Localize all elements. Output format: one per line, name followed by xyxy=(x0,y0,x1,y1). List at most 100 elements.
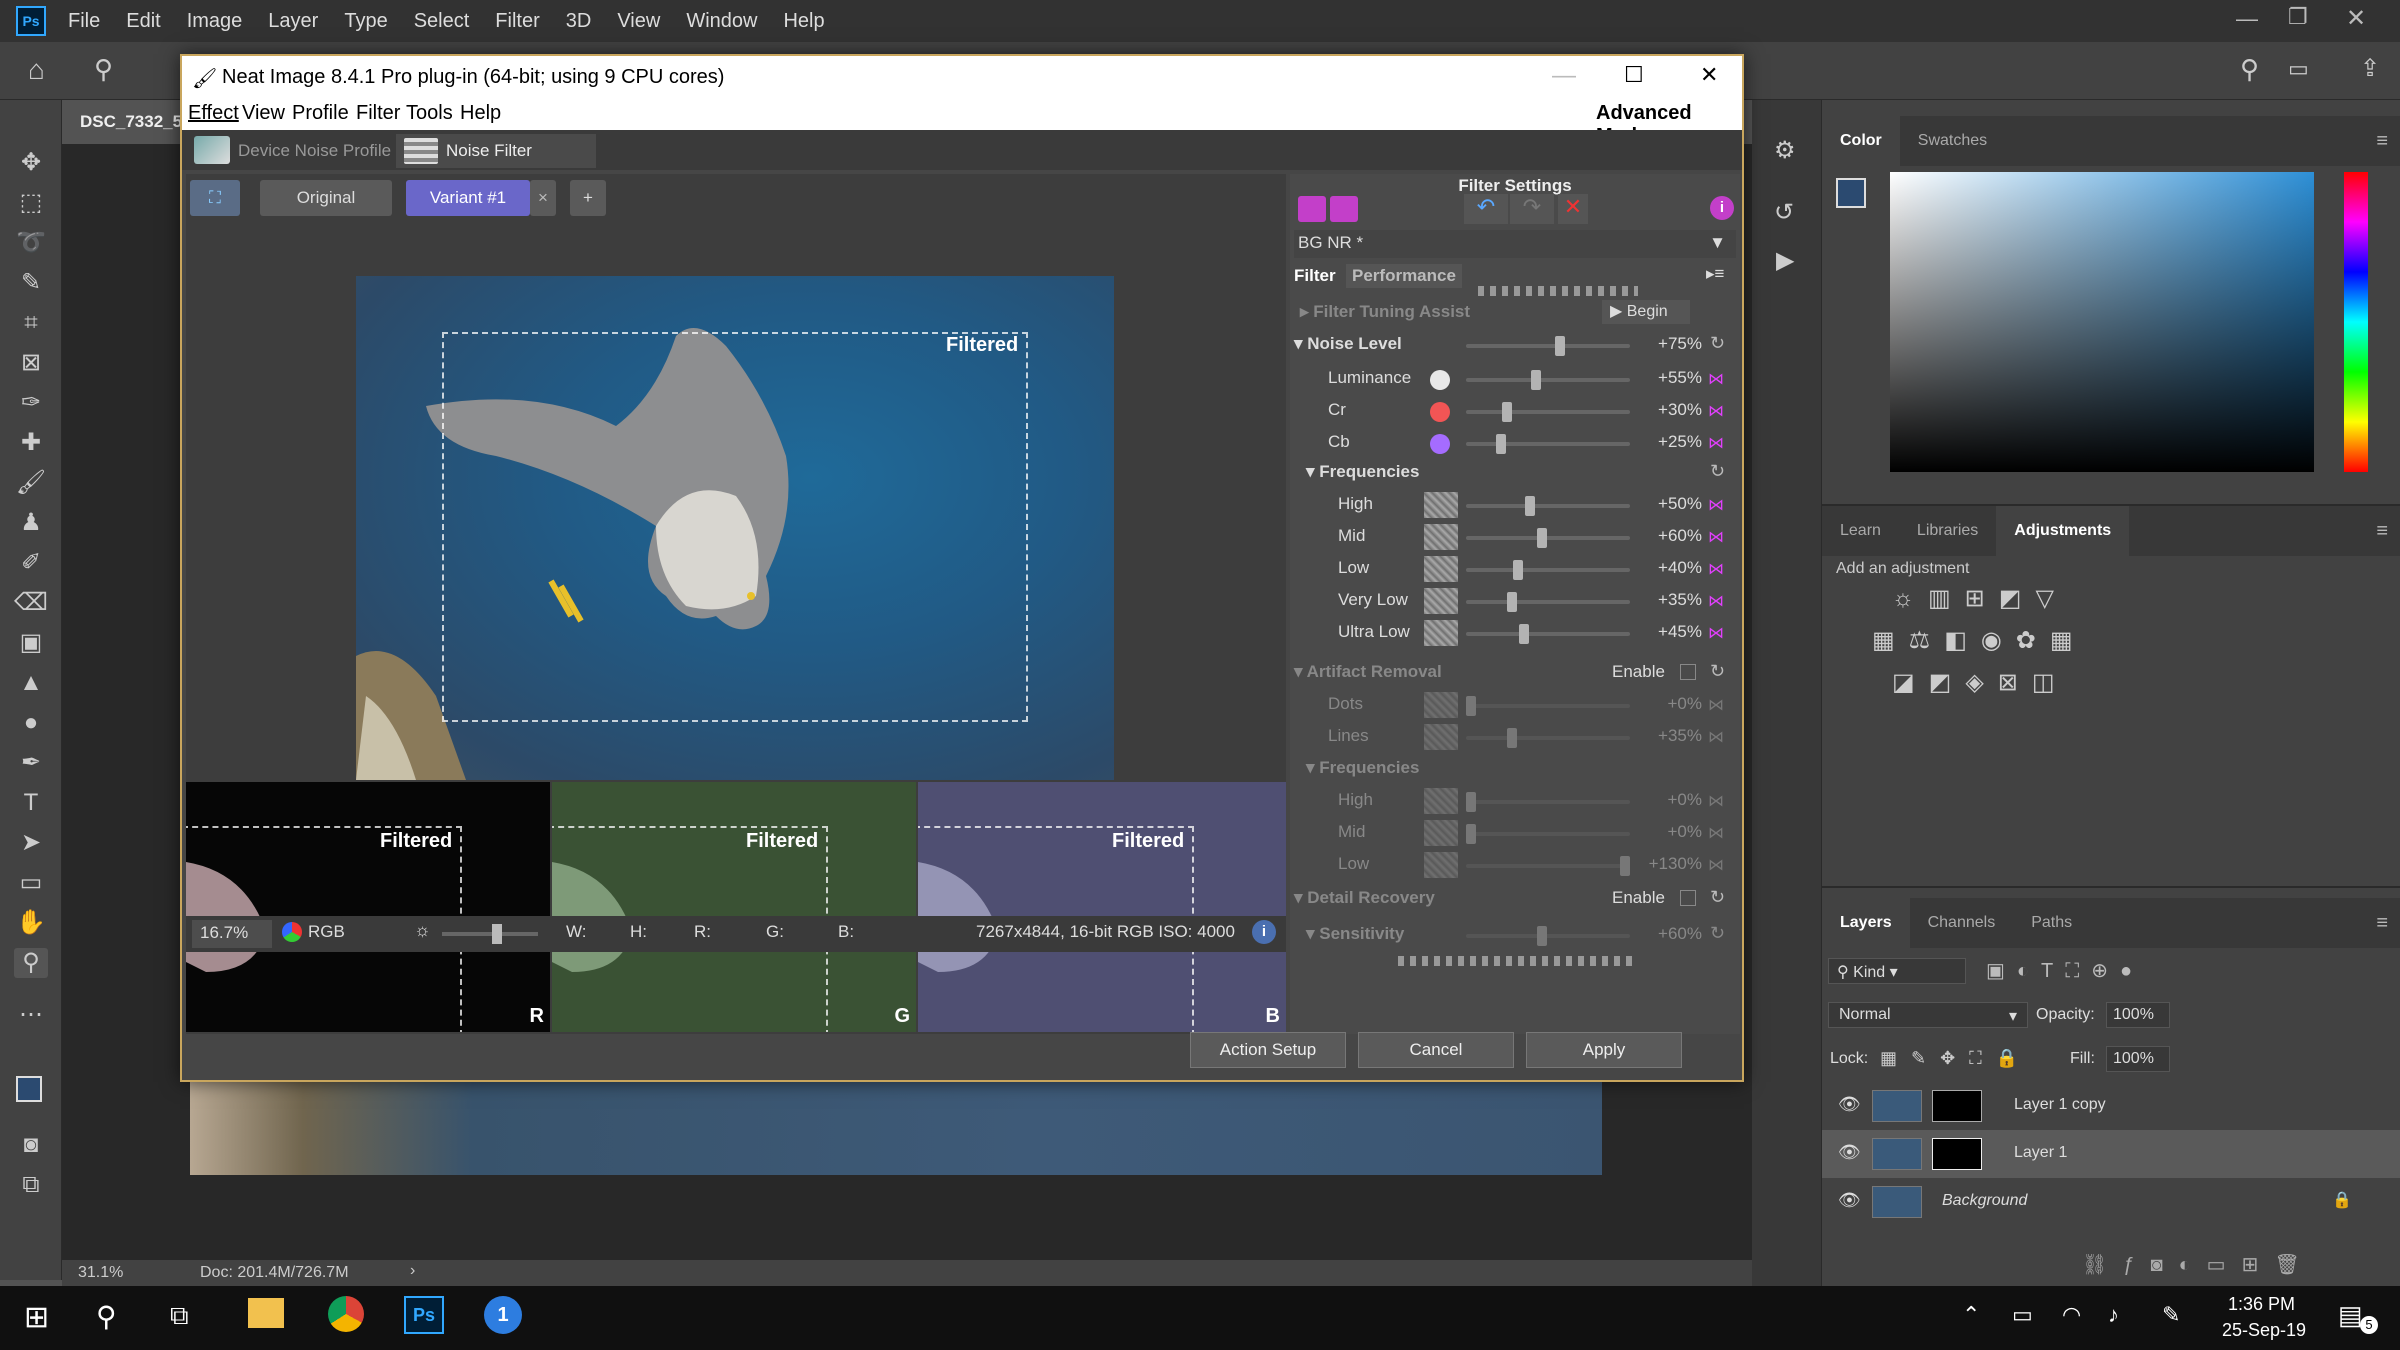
menu-view[interactable]: View xyxy=(242,102,285,125)
layer-name[interactable]: Layer 1 xyxy=(2014,1144,2067,1162)
adjustment-icons-row-2[interactable]: ▦⚖◧◉✿▦ xyxy=(1872,626,2087,655)
menu-view[interactable]: View xyxy=(617,10,660,33)
tab-color[interactable]: Color xyxy=(1822,116,1900,166)
file-explorer-icon[interactable] xyxy=(248,1298,284,1328)
link-icon[interactable]: ⋈ xyxy=(1708,559,1724,579)
zoom-icon[interactable]: ⚲ xyxy=(94,54,113,85)
tab-libraries[interactable]: Libraries xyxy=(1899,506,1996,556)
scroll-up-indicator[interactable] xyxy=(1478,286,1638,296)
channel-preview-blue[interactable]: Filtered B xyxy=(918,782,1286,1032)
action-setup-button[interactable]: Action Setup xyxy=(1190,1032,1346,1068)
artifact-row-slider[interactable] xyxy=(1466,728,1630,748)
link-icon[interactable]: ⋈ xyxy=(1708,695,1724,715)
close-icon[interactable]: ✕ xyxy=(2346,4,2366,33)
artifact-frequencies-label[interactable]: ▾ Frequencies xyxy=(1306,758,1419,778)
info-icon[interactable]: i xyxy=(1252,920,1276,944)
slider-knob[interactable] xyxy=(1513,560,1523,580)
fill-input[interactable]: 100% xyxy=(2106,1046,2170,1072)
link-icon[interactable]: ⋈ xyxy=(1708,855,1724,875)
minimize-icon[interactable]: — xyxy=(1552,62,1576,90)
slider-knob[interactable] xyxy=(1502,402,1512,422)
sensitivity-slider[interactable] xyxy=(1466,926,1630,946)
pen-tool-icon[interactable]: ✒ xyxy=(14,748,48,778)
wifi-icon[interactable]: ◠ xyxy=(2062,1302,2081,1328)
tab-channels[interactable]: Channels xyxy=(1910,898,2014,948)
scroll-down-indicator[interactable] xyxy=(1398,956,1636,966)
quick-select-tool-icon[interactable]: ✎ xyxy=(14,268,48,298)
menu-tools[interactable]: Tools xyxy=(406,102,453,125)
slider-knob[interactable] xyxy=(1531,370,1541,390)
reset-all-icon[interactable]: ✕ xyxy=(1558,194,1588,224)
panel-menu-icon[interactable]: ≡ xyxy=(2376,520,2388,543)
slider-knob[interactable] xyxy=(1537,926,1547,946)
artifact-frequency-row-slider[interactable] xyxy=(1466,856,1630,876)
add-variant-button[interactable]: + xyxy=(570,180,606,216)
slider-knob[interactable] xyxy=(1466,824,1476,844)
photoshop-taskbar-icon[interactable]: Ps xyxy=(404,1296,444,1334)
notifications-icon[interactable]: ▤ xyxy=(2338,1300,2363,1331)
variant-button[interactable]: Variant #1 xyxy=(406,180,530,216)
status-expand-arrow[interactable]: › xyxy=(410,1262,415,1280)
menu-select[interactable]: Select xyxy=(414,10,470,33)
original-button[interactable]: Original xyxy=(260,180,392,216)
lasso-tool-icon[interactable]: ➰ xyxy=(14,228,48,258)
link-icon[interactable]: ⋈ xyxy=(1708,623,1724,643)
slider-knob[interactable] xyxy=(1537,528,1547,548)
link-icon[interactable]: ⋈ xyxy=(1708,369,1724,389)
battery-icon[interactable]: ▭ xyxy=(2012,1302,2033,1328)
type-tool-icon[interactable]: T xyxy=(14,788,48,818)
zoom-tool-icon[interactable]: ⚲ xyxy=(14,948,48,978)
menu-file[interactable]: File xyxy=(68,10,100,33)
detail-enable-checkbox[interactable] xyxy=(1680,890,1696,906)
opacity-input[interactable]: 100% xyxy=(2106,1002,2170,1028)
reset-icon[interactable]: ↻ xyxy=(1710,661,1725,682)
screen-mode-icon[interactable]: ⧉ xyxy=(14,1170,48,1200)
quick-mask-icon[interactable]: ◙ xyxy=(14,1130,48,1160)
dodge-tool-icon[interactable]: ● xyxy=(14,708,48,738)
link-icon[interactable]: ⋈ xyxy=(1708,401,1724,421)
more-tools-icon[interactable]: ⋯ xyxy=(14,1000,48,1030)
link-icon[interactable]: ⋈ xyxy=(1708,791,1724,811)
layer-filter-icons[interactable]: ▣◐T⛶⊕● xyxy=(1986,958,2144,983)
color-fg-swatch[interactable] xyxy=(1836,178,1866,208)
save-preset-icon[interactable] xyxy=(1330,196,1358,222)
clock-time[interactable]: 1:36 PM xyxy=(2228,1294,2295,1315)
foreground-color-swatch[interactable] xyxy=(16,1076,42,1102)
status-zoom[interactable]: 31.1% xyxy=(78,1264,123,1282)
tab-adjustments[interactable]: Adjustments xyxy=(1996,506,2130,556)
rectangle-tool-icon[interactable]: ▭ xyxy=(14,868,48,898)
artifact-row-slider[interactable] xyxy=(1466,696,1630,716)
color-picker-field[interactable] xyxy=(1890,172,2314,472)
chrome-icon[interactable] xyxy=(328,1296,364,1332)
volume-icon[interactable]: ♪ xyxy=(2108,1302,2119,1328)
slider-knob[interactable] xyxy=(1466,792,1476,812)
frequencies-label[interactable]: ▾ Frequencies xyxy=(1306,462,1419,482)
link-icon[interactable]: ⋈ xyxy=(1708,433,1724,453)
move-tool-icon[interactable]: ✥ xyxy=(14,148,48,178)
colorspace-select[interactable]: RGB xyxy=(308,922,345,942)
eye-icon[interactable]: 👁 xyxy=(1838,1094,1861,1115)
actions-play-icon[interactable]: ▶ xyxy=(1776,246,1794,275)
menu-3d[interactable]: 3D xyxy=(566,10,592,33)
clock-date[interactable]: 25-Sep-19 xyxy=(2222,1320,2306,1341)
open-preset-icon[interactable] xyxy=(1298,196,1326,222)
restore-icon[interactable]: ❐ xyxy=(2288,4,2308,30)
eye-icon[interactable]: 👁 xyxy=(1838,1142,1861,1163)
frame-tool-icon[interactable]: ⊠ xyxy=(14,348,48,378)
menu-filter[interactable]: Filter xyxy=(495,10,539,33)
menu-effect[interactable]: Effect xyxy=(188,102,239,125)
brightness-knob[interactable] xyxy=(492,924,502,944)
layer-row[interactable]: 👁 Layer 1 xyxy=(1822,1130,2400,1178)
history-icon[interactable]: ↺ xyxy=(1774,198,1794,227)
eyedropper-tool-icon[interactable]: ✑ xyxy=(14,388,48,418)
layer-mask-thumbnail[interactable] xyxy=(1932,1090,1982,1122)
layer-mask-thumbnail[interactable] xyxy=(1932,1138,1982,1170)
layer-name[interactable]: Background xyxy=(1942,1192,2027,1210)
slider-knob[interactable] xyxy=(1620,856,1630,876)
slider-knob[interactable] xyxy=(1519,624,1529,644)
undo-icon[interactable]: ↶ xyxy=(1464,194,1508,224)
frequency-row-slider[interactable] xyxy=(1466,528,1630,548)
path-select-icon[interactable]: ➤ xyxy=(14,828,48,858)
preset-select[interactable]: BG NR * ▼ xyxy=(1294,230,1736,258)
maximize-icon[interactable]: ☐ xyxy=(1624,62,1644,88)
